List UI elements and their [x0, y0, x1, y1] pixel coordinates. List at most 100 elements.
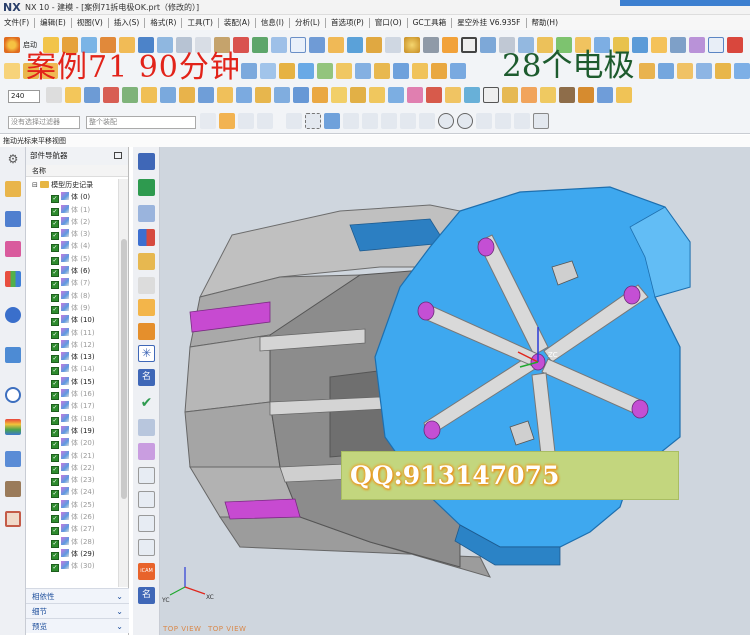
scope-select[interactable]: 整个装配: [86, 116, 196, 129]
visibility-checkbox[interactable]: ✓: [51, 539, 59, 548]
zoom-icon[interactable]: [309, 37, 325, 53]
sweep-icon[interactable]: [84, 87, 100, 103]
select-face-icon[interactable]: [219, 113, 235, 129]
spline-icon[interactable]: [317, 63, 333, 79]
visibility-checkbox[interactable]: ✓: [51, 269, 59, 278]
start-icon[interactable]: [4, 37, 20, 53]
menu-information[interactable]: 信息(I): [257, 17, 288, 28]
menu-window[interactable]: 窗口(O): [371, 17, 406, 28]
visibility-checkbox[interactable]: ✓: [51, 219, 59, 228]
tree-item-body[interactable]: ✓ 体 (22): [26, 462, 118, 474]
name-label-icon[interactable]: 名: [138, 369, 155, 386]
panel-details[interactable]: 细节 ⌄: [26, 603, 129, 618]
section-icon[interactable]: [355, 63, 371, 79]
tree-item-body[interactable]: ✓ 体 (29): [26, 548, 118, 560]
shaded-icon[interactable]: [366, 37, 382, 53]
selection-filter-select[interactable]: 没有选择过滤器: [8, 116, 80, 129]
rotate-icon[interactable]: [328, 37, 344, 53]
visibility-checkbox[interactable]: ✓: [51, 244, 59, 253]
box-red-icon[interactable]: [426, 87, 442, 103]
tree-item-body[interactable]: ✓ 体 (24): [26, 486, 118, 499]
trim-body-icon[interactable]: [658, 63, 674, 79]
roles-icon[interactable]: [5, 451, 21, 467]
photo-icon[interactable]: [5, 511, 21, 527]
box-frame-icon[interactable]: [502, 87, 518, 103]
wcs-icon[interactable]: [103, 87, 119, 103]
visibility-checkbox[interactable]: ✓: [51, 515, 59, 524]
reuse-library-icon[interactable]: [5, 271, 21, 287]
visibility-checkbox[interactable]: ✓: [51, 256, 59, 265]
point-icon[interactable]: [279, 63, 295, 79]
box-stack-icon[interactable]: [540, 87, 556, 103]
panel-preview[interactable]: 预览 ⌄: [26, 618, 129, 633]
menu-file[interactable]: 文件(F): [0, 17, 33, 28]
menu-view[interactable]: 视图(V): [73, 17, 107, 28]
electrode-blank-icon[interactable]: [138, 205, 155, 222]
tree-item-body[interactable]: ✓ 体 (6): [26, 265, 118, 278]
shell-icon[interactable]: [696, 63, 712, 79]
box-cube-icon[interactable]: [369, 87, 385, 103]
electrode-setup-icon[interactable]: [138, 153, 155, 170]
view-right-icon[interactable]: [255, 87, 271, 103]
offset-icon[interactable]: [670, 37, 686, 53]
frame-icon[interactable]: [461, 37, 477, 53]
grid-icon[interactable]: [533, 113, 549, 129]
menu-gc-toolkit[interactable]: GC工具箱: [409, 17, 451, 28]
datum-plane-icon[interactable]: [241, 63, 257, 79]
menu-format[interactable]: 格式(R): [146, 17, 180, 28]
electrode-holder-icon[interactable]: [138, 299, 155, 316]
tree-item-body[interactable]: ✓ 体 (18): [26, 413, 118, 425]
scroll-thumb[interactable]: [121, 239, 127, 499]
drawing-icon[interactable]: [138, 467, 155, 484]
visibility-checkbox[interactable]: ✓: [51, 564, 59, 573]
maximize-icon[interactable]: [114, 152, 122, 159]
check-icon[interactable]: ✔: [138, 395, 155, 412]
visibility-checkbox[interactable]: ✓: [51, 293, 59, 302]
tree-item-body[interactable]: ✓ 体 (27): [26, 523, 118, 536]
visibility-checkbox[interactable]: ✓: [51, 527, 59, 536]
layer-icon[interactable]: [271, 37, 287, 53]
electrode-green-icon[interactable]: [138, 179, 155, 196]
view-iso-icon[interactable]: [274, 87, 290, 103]
visibility-checkbox[interactable]: ✓: [51, 195, 59, 204]
visibility-checkbox[interactable]: ✓: [51, 330, 59, 339]
draft-icon[interactable]: [715, 63, 731, 79]
panel-dependencies[interactable]: 相依性 ⌄: [26, 588, 129, 603]
tree-item-body[interactable]: ✓ 体 (12): [26, 339, 118, 351]
view-front-icon[interactable]: [236, 87, 252, 103]
camera-icon[interactable]: [616, 87, 632, 103]
rectangle-select-icon[interactable]: [305, 113, 321, 129]
blend-icon[interactable]: [734, 63, 750, 79]
tree-item-body[interactable]: ✓ 体 (28): [26, 536, 118, 548]
visibility-checkbox[interactable]: ✓: [51, 416, 59, 425]
visibility-checkbox[interactable]: ✓: [51, 207, 59, 216]
collapse-icon[interactable]: ⊟: [32, 181, 40, 189]
visibility-checkbox[interactable]: ✓: [51, 441, 59, 450]
snap-tangent-icon[interactable]: [400, 113, 416, 129]
visibility-checkbox[interactable]: ✓: [51, 453, 59, 462]
tree-item-body[interactable]: ✓ 体 (16): [26, 388, 118, 401]
tree-item-body[interactable]: ✓ 体 (8): [26, 290, 118, 302]
delete-face-icon[interactable]: [412, 63, 428, 79]
snap-icon[interactable]: [46, 87, 62, 103]
tree-root[interactable]: ⊟ 模型历史记录: [26, 179, 118, 191]
split-body-icon[interactable]: [639, 63, 655, 79]
tree-item-body[interactable]: ✓ 体 (14): [26, 363, 118, 376]
box-small-icon[interactable]: [445, 87, 461, 103]
box-split-icon[interactable]: [388, 87, 404, 103]
box-pink-icon[interactable]: [407, 87, 423, 103]
snap-center-icon[interactable]: [438, 113, 454, 129]
gear-icon[interactable]: ⚙: [5, 151, 21, 167]
model-view[interactable]: ZC XC YC: [160, 147, 750, 635]
select-icon[interactable]: [200, 113, 216, 129]
sew-icon[interactable]: [677, 63, 693, 79]
wireframe-icon[interactable]: [385, 37, 401, 53]
tree-item-body[interactable]: ✓ 体 (21): [26, 450, 118, 462]
box-yellow-icon[interactable]: [331, 87, 347, 103]
tree-item-body[interactable]: ✓ 体 (23): [26, 474, 118, 487]
tree-item-body[interactable]: ✓ 体 (9): [26, 302, 118, 314]
navigator-scrollbar[interactable]: [118, 179, 128, 587]
select-edge-icon[interactable]: [238, 113, 254, 129]
move-face-icon[interactable]: [393, 63, 409, 79]
export-icon[interactable]: [138, 515, 155, 532]
